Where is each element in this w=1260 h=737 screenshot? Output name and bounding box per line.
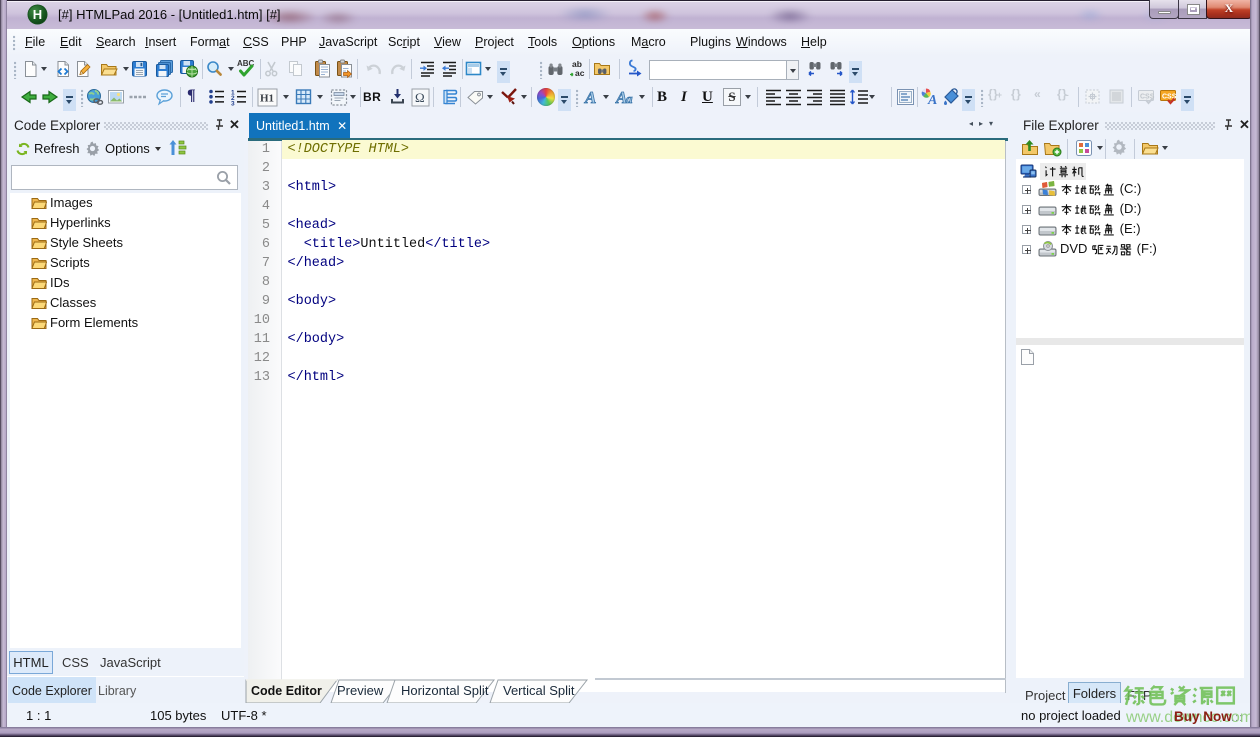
svg-text:a: a	[626, 91, 633, 106]
svg-text:3: 3	[231, 101, 235, 107]
svg-text:A: A	[927, 93, 937, 107]
svg-text:Horizontal Split: Horizontal Split	[401, 683, 489, 698]
svg-text:ac: ac	[575, 68, 585, 78]
svg-text:Preview: Preview	[337, 683, 384, 698]
svg-text:Code Editor: Code Editor	[251, 684, 322, 698]
svg-text:A: A	[584, 88, 596, 107]
svg-text:Ω: Ω	[415, 90, 425, 105]
svg-text:H1: H1	[260, 93, 274, 105]
svg-text:Vertical Split: Vertical Split	[503, 683, 575, 698]
svg-text:H: H	[33, 7, 42, 22]
